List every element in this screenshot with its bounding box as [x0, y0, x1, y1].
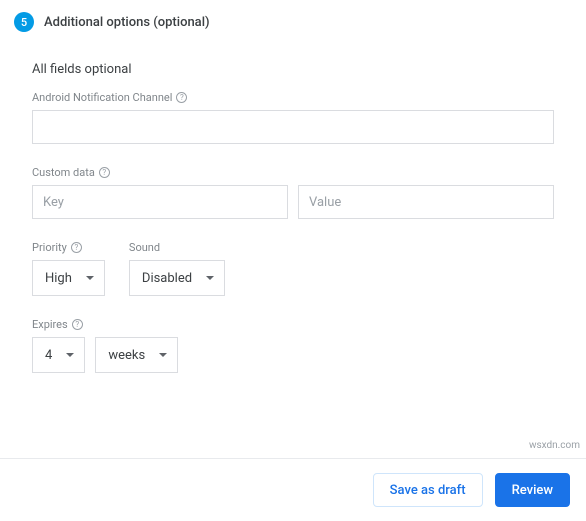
footer-bar: Save as draft Review: [0, 458, 586, 521]
step-title: Additional options (optional): [44, 15, 210, 30]
help-icon[interactable]: ?: [99, 167, 110, 178]
save-as-draft-button[interactable]: Save as draft: [373, 473, 483, 507]
expires-amount-select[interactable]: 4: [32, 337, 85, 373]
help-icon[interactable]: ?: [72, 319, 83, 330]
expires-amount-value: 4: [45, 348, 52, 363]
chevron-down-icon: [159, 353, 167, 357]
sound-group: Sound Disabled: [129, 241, 225, 296]
expires-group: Expires ? 4 weeks: [32, 318, 554, 373]
chevron-down-icon: [206, 276, 214, 280]
section-heading: All fields optional: [32, 62, 554, 77]
priority-sound-row: Priority ? High Sound Disabled: [32, 241, 554, 296]
chevron-down-icon: [86, 276, 94, 280]
priority-group: Priority ? High: [32, 241, 105, 296]
priority-select[interactable]: High: [32, 260, 105, 296]
chevron-down-icon: [66, 353, 74, 357]
label-text: Android Notification Channel: [32, 91, 172, 104]
sound-label: Sound: [129, 241, 225, 254]
label-text: Expires: [32, 318, 68, 331]
label-text: Custom data: [32, 166, 95, 179]
review-button[interactable]: Review: [495, 473, 570, 507]
expires-row: 4 weeks: [32, 337, 554, 373]
help-icon[interactable]: ?: [176, 92, 187, 103]
custom-data-row: [32, 185, 554, 219]
custom-data-value-input[interactable]: [298, 185, 554, 219]
expires-label: Expires ?: [32, 318, 554, 331]
step-number-badge: 5: [14, 12, 34, 32]
step-header: 5 Additional options (optional): [0, 0, 586, 38]
watermark: wsxdn.com: [529, 440, 580, 451]
custom-data-group: Custom data ?: [32, 166, 554, 219]
expires-unit-value: weeks: [108, 348, 145, 363]
form-area: All fields optional Android Notification…: [0, 38, 586, 415]
help-icon[interactable]: ?: [71, 242, 82, 253]
android-channel-label: Android Notification Channel ?: [32, 91, 554, 104]
custom-data-key-input[interactable]: [32, 185, 288, 219]
label-text: Priority: [32, 241, 67, 254]
priority-value: High: [45, 271, 72, 286]
sound-value: Disabled: [142, 271, 192, 286]
priority-label: Priority ?: [32, 241, 105, 254]
custom-data-label: Custom data ?: [32, 166, 554, 179]
android-channel-group: Android Notification Channel ?: [32, 91, 554, 144]
sound-select[interactable]: Disabled: [129, 260, 225, 296]
expires-unit-select[interactable]: weeks: [95, 337, 178, 373]
label-text: Sound: [129, 241, 160, 254]
android-channel-input[interactable]: [32, 110, 554, 144]
